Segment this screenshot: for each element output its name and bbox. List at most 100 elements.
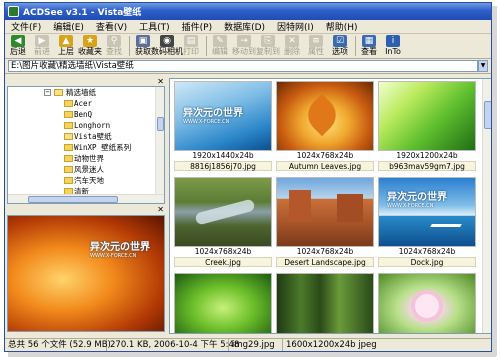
- close-icon[interactable]: ✕: [157, 77, 164, 86]
- thumbnail-filename: Creek.jpg: [174, 257, 272, 267]
- acdsee-app-icon: [8, 6, 19, 17]
- tree-folder-item[interactable]: Acer: [8, 98, 164, 109]
- toolbar-button-label: InTo: [385, 47, 401, 56]
- toolbar-button[interactable]: ★ 收藏夹: [78, 35, 102, 57]
- tree-folder-item[interactable]: WinXP 壁纸系列: [8, 142, 164, 153]
- thumbnail-image: [378, 81, 476, 151]
- thumbnail-image: [174, 273, 272, 333]
- edit-icon: ✎: [213, 35, 227, 47]
- toolbar-separator: [355, 36, 356, 56]
- grid-vertical-scrollbar[interactable]: [482, 79, 491, 333]
- status-bar: 总共 56 个文件 (52.9 MB) 270.1 KB, 2006-10-4 …: [5, 338, 491, 351]
- menu-item[interactable]: 因特网(I): [271, 20, 320, 33]
- toolbar-button[interactable]: ◉ 数码相机: [151, 35, 183, 57]
- toolbar-button[interactable]: ☑ 选项: [329, 35, 351, 57]
- thumbnail-grid: 异次元の世界 WWW.X-FORCE.CN 1920x1440x24b 8816j18…: [169, 78, 491, 334]
- folder-icon: [64, 155, 73, 162]
- menu-item[interactable]: 编辑(E): [47, 20, 90, 33]
- toolbar-button[interactable]: ✎ 编辑: [209, 35, 231, 57]
- thumbnail-item[interactable]: 1024x768x24b Creek.jpg: [174, 177, 272, 267]
- tree-folder-item[interactable]: − 精选墙纸: [8, 87, 164, 98]
- collapse-icon[interactable]: −: [44, 89, 51, 96]
- toolbar-button[interactable]: ⚲ 查找: [103, 35, 125, 57]
- toolbar-button[interactable]: ◀ 后退: [7, 35, 29, 57]
- thumbnail-item[interactable]: [174, 273, 272, 333]
- tree-vertical-scrollbar[interactable]: [155, 87, 164, 203]
- menu-item[interactable]: 插件(P): [176, 20, 218, 33]
- tree-item-label: 风景迷人: [74, 165, 104, 174]
- tree-folder-item[interactable]: +风景迷人: [8, 164, 164, 175]
- folder-icon: [64, 144, 73, 151]
- tree-folder-item[interactable]: Vista壁纸: [8, 131, 164, 142]
- tree-item-label: Acer: [74, 99, 93, 108]
- toolbar-button-label: 上层: [58, 47, 74, 56]
- thumbnail-item[interactable]: [276, 273, 374, 333]
- toolbar-button-label: 编辑: [212, 47, 228, 56]
- view-icon: ▦: [362, 35, 376, 47]
- toolbar-button[interactable]: → 移动到: [232, 35, 256, 57]
- tree-horizontal-scrollbar[interactable]: [8, 194, 164, 203]
- toolbar-button-label: 获取: [135, 47, 151, 56]
- thumbnail-filename: b963mav59gm7.jpg: [378, 161, 476, 171]
- tree-folder-item[interactable]: 动物世界: [8, 153, 164, 164]
- menu-item[interactable]: 帮助(H): [320, 20, 364, 33]
- toolbar-button[interactable]: ▲ 上层: [55, 35, 77, 57]
- thumbnail-image: [276, 273, 374, 333]
- toolbar-button[interactable]: ▦ 查看: [358, 35, 380, 57]
- toolbar-button[interactable]: ▤ 打印: [180, 35, 202, 57]
- toolbar-button[interactable]: i InTo: [382, 35, 404, 57]
- address-dropdown-button[interactable]: ▼: [478, 60, 488, 72]
- left-pane: ✕ − 精选墙纸 Acer BenQ Longhorn Vista壁纸 WinXP 壁纸系列…: [5, 77, 167, 334]
- menu-item[interactable]: 工具(T): [133, 20, 176, 33]
- toolbar-button-label: 数码相机: [151, 47, 183, 56]
- folder-icon: [64, 100, 73, 107]
- toolbar-button-label: 后退: [10, 47, 26, 56]
- thumbnail-image: 异次元の世界 WWW.X-FORCE.CN: [378, 177, 476, 247]
- thumbnail-dimensions: 1024x768x24b: [398, 247, 456, 256]
- toolbar-button-label: 选项: [332, 47, 348, 56]
- thumbnail-item[interactable]: 1024x768x24b Autumn Leaves.jpg: [276, 81, 374, 171]
- thumbnail-filename: 8816j1856j70.jpg: [174, 161, 272, 171]
- thumbnail-item[interactable]: 1024x768x24b Desert Landscape.jpg: [276, 177, 374, 267]
- toolbar-button[interactable]: ⎘ 复制到: [256, 35, 280, 57]
- thumbnail-item[interactable]: 异次元の世界 WWW.X-FORCE.CN 1024x768x24b Dock.jpg: [378, 177, 476, 267]
- toolbar-button-label: 收藏夹: [78, 47, 102, 56]
- menu-item[interactable]: 文件(F): [5, 20, 47, 33]
- tree-item-label: 汽车天地: [74, 176, 104, 185]
- thumbnail-item[interactable]: 1920x1200x24b b963mav59gm7.jpg: [378, 81, 476, 171]
- thumbnail-image: [276, 81, 374, 151]
- status-total: 总共 56 个文件 (52.9 MB): [5, 339, 111, 351]
- toolbar-separator: [129, 36, 130, 56]
- folder-icon: [54, 89, 63, 96]
- address-bar: E:\图片收藏\精选墙纸\Vista壁纸 ▼: [5, 59, 491, 74]
- tree-folder-item[interactable]: 汽车天地: [8, 175, 164, 186]
- thumbnail-dimensions: 1024x768x24b: [296, 247, 354, 256]
- tree-folder-item[interactable]: Longhorn: [8, 120, 164, 131]
- title-bar[interactable]: ACDSee v3.1 - Vista壁纸: [5, 3, 491, 20]
- toolbar-button[interactable]: ▶ 前进: [31, 35, 53, 57]
- toolbar-button[interactable]: ≡ 属性: [305, 35, 327, 57]
- tree-folder-item[interactable]: BenQ: [8, 109, 164, 120]
- thumbnail-item[interactable]: 异次元の世界 WWW.X-FORCE.CN 1920x1440x24b 8816j18…: [174, 81, 272, 171]
- image-preview: 异次元の世界 WWW.X-FORCE.CN: [7, 215, 165, 332]
- folder-pane-header: ✕: [5, 77, 167, 86]
- close-icon[interactable]: ✕: [157, 205, 164, 214]
- thumbnail-filename: Desert Landscape.jpg: [276, 257, 374, 267]
- address-path-input[interactable]: E:\图片收藏\精选墙纸\Vista壁纸: [8, 60, 478, 72]
- properties-icon: ≡: [309, 35, 323, 47]
- delete-icon: ✕: [285, 35, 299, 47]
- menu-item[interactable]: 数据库(D): [218, 20, 271, 33]
- tree-item-label: BenQ: [74, 110, 93, 119]
- menu-item[interactable]: 查看(V): [90, 20, 133, 33]
- toolbar-button-label: 复制到: [256, 47, 280, 56]
- toolbar-separator: [206, 36, 207, 56]
- menu-bar: 文件(F) 编辑(E) 查看(V) 工具(T) 插件(P) 数据库(D) 因特网(I) 帮助(…: [5, 20, 491, 34]
- toolbar-button[interactable]: ✕ 删除: [281, 35, 303, 57]
- thumbnail-item[interactable]: [378, 273, 476, 333]
- move-to-icon: →: [237, 35, 251, 47]
- thumbnail-filename: Autumn Leaves.jpg: [276, 161, 374, 171]
- copy-to-icon: ⎘: [261, 35, 275, 47]
- window-title: ACDSee v3.1 - Vista壁纸: [23, 8, 142, 18]
- up-folder-icon: ▲: [59, 35, 73, 47]
- thumbnail-image: [174, 177, 272, 247]
